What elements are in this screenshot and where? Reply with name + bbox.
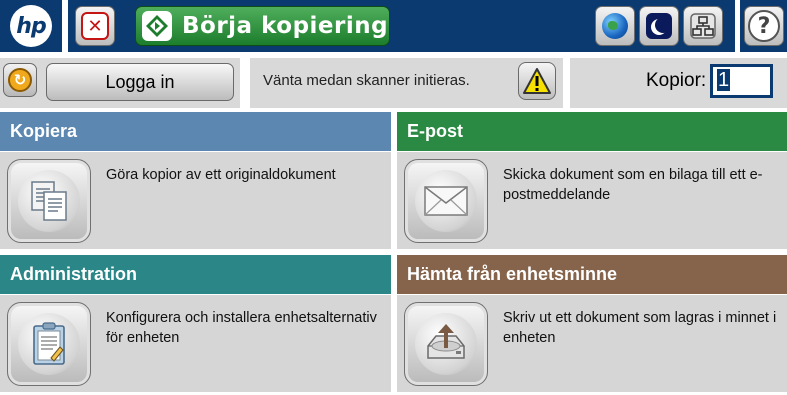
top-bar: hp ✕ Börja kopiering ?	[0, 0, 787, 53]
help-icon: ?	[748, 10, 780, 42]
tile-copy-button[interactable]	[7, 159, 91, 243]
network-button[interactable]	[683, 6, 723, 46]
hp-logo: hp	[0, 0, 62, 52]
help-button[interactable]: ?	[744, 6, 784, 46]
stop-button[interactable]: ✕	[75, 6, 115, 46]
warning-button[interactable]	[518, 62, 556, 100]
moon-icon	[646, 13, 672, 39]
copy-documents-icon	[31, 181, 67, 221]
status-message: Vänta medan skanner initieras.	[263, 72, 470, 89]
login-button[interactable]: Logga in	[46, 63, 234, 101]
globe-icon	[602, 13, 628, 39]
tile-email-title: E-post	[397, 112, 787, 152]
tile-retrieve-title: Hämta från enhetsminne	[397, 255, 787, 295]
start-icon	[142, 11, 172, 41]
tile-copy-description: Göra kopior av ett originaldokument	[106, 167, 336, 183]
hp-logo-text: hp	[16, 13, 46, 39]
stop-icon: ✕	[81, 12, 109, 40]
tile-copy-title: Kopiera	[0, 112, 391, 152]
copies-input[interactable]: 1	[710, 64, 773, 98]
refresh-button[interactable]: ↻	[3, 63, 37, 97]
language-button[interactable]	[595, 6, 635, 46]
tile-retrieve-description: Skriv ut ett dokument som lagras i minne…	[503, 310, 777, 346]
tile-administration-title: Administration	[0, 255, 391, 295]
tile-email[interactable]: E-post Skicka dokument som en bilaga til…	[397, 112, 787, 249]
tile-administration-description: Konfigurera och installera enhetsalterna…	[106, 310, 377, 346]
hp-logo-circle: hp	[10, 5, 52, 47]
tile-email-button[interactable]	[404, 159, 488, 243]
envelope-icon	[424, 186, 468, 216]
clipboard-icon	[33, 322, 65, 365]
tile-administration[interactable]: Administration Konfigurera och installer…	[0, 255, 391, 392]
start-copy-button[interactable]: Börja kopiering	[135, 6, 390, 46]
tile-copy[interactable]: Kopiera Göra kopior av ett originaldokum…	[0, 112, 391, 249]
sleep-button[interactable]	[639, 6, 679, 46]
copies-label: Kopior:	[646, 70, 707, 91]
tile-retrieve-from-memory[interactable]: Hämta från enhetsminne Skriv ut ett doku…	[397, 255, 787, 392]
tile-email-description: Skicka dokument som en bilaga till ett e…	[503, 167, 763, 203]
warning-icon	[523, 68, 551, 94]
copies-value: 1	[717, 69, 731, 91]
start-copy-label: Börja kopiering	[182, 13, 389, 39]
device-memory-icon	[427, 324, 465, 359]
network-icon	[690, 13, 716, 39]
tile-retrieve-button[interactable]	[404, 302, 488, 386]
tile-administration-button[interactable]	[7, 302, 91, 386]
refresh-icon: ↻	[8, 68, 32, 92]
